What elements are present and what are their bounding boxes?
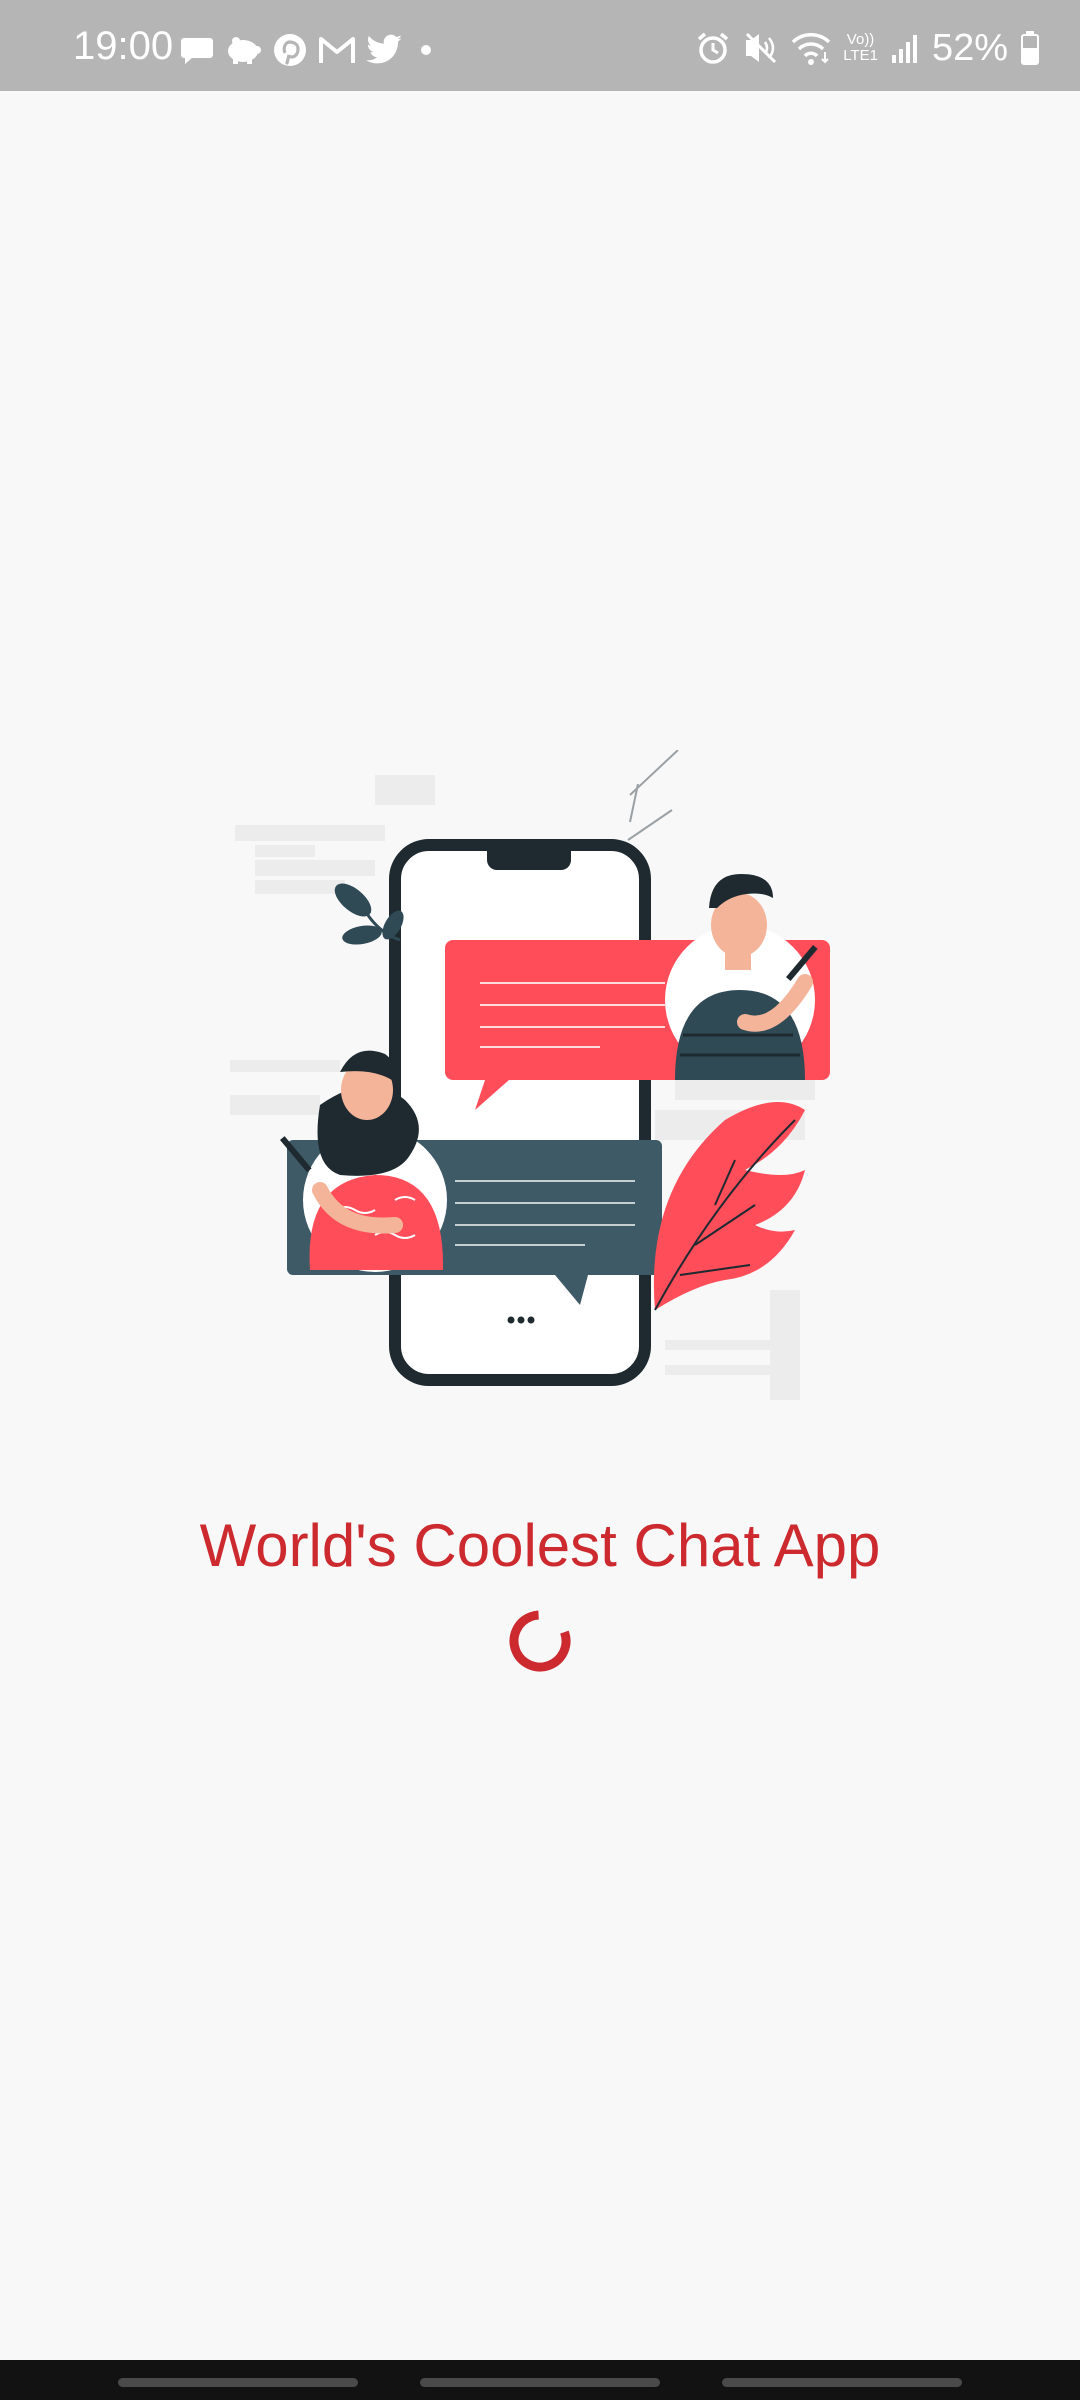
- twitter-icon: [366, 34, 404, 66]
- vibrate-mute-icon: [743, 30, 779, 66]
- back-button[interactable]: [722, 2378, 962, 2387]
- gmail-icon: [318, 35, 356, 65]
- volte-label-bottom: LTE1: [843, 47, 878, 64]
- status-bar: 19:00 Vo)) LTE1 52%: [0, 0, 1080, 91]
- piggy-bank-icon: [224, 33, 262, 67]
- status-time: 19:00: [73, 24, 174, 68]
- battery-icon: [1020, 30, 1040, 66]
- notification-icons: [180, 30, 438, 70]
- phone-frame: [389, 839, 651, 1386]
- man-avatar: [665, 874, 818, 1080]
- chat-illustration: [230, 750, 830, 1400]
- pinterest-icon: [272, 32, 308, 68]
- splash-screen: 19:00 Vo)) LTE1 52% World's Coolest Chat…: [0, 0, 1080, 2400]
- alarm-icon: [695, 30, 731, 66]
- system-icons: Vo)) LTE1 52%: [695, 26, 1040, 70]
- app-title: World's Coolest Chat App: [199, 1512, 881, 1579]
- volte-icon: Vo)) LTE1: [843, 32, 878, 64]
- wifi-icon: [791, 30, 831, 66]
- battery-percent: 52%: [931, 27, 1008, 69]
- home-button[interactable]: [420, 2378, 660, 2387]
- loading-spinner: [509, 1610, 571, 1672]
- more-dot-icon: [414, 38, 438, 62]
- signal-icon: [890, 31, 920, 65]
- volte-label-top: Vo)): [846, 31, 875, 48]
- recent-apps-button[interactable]: [118, 2378, 358, 2387]
- message-icon: [180, 33, 214, 67]
